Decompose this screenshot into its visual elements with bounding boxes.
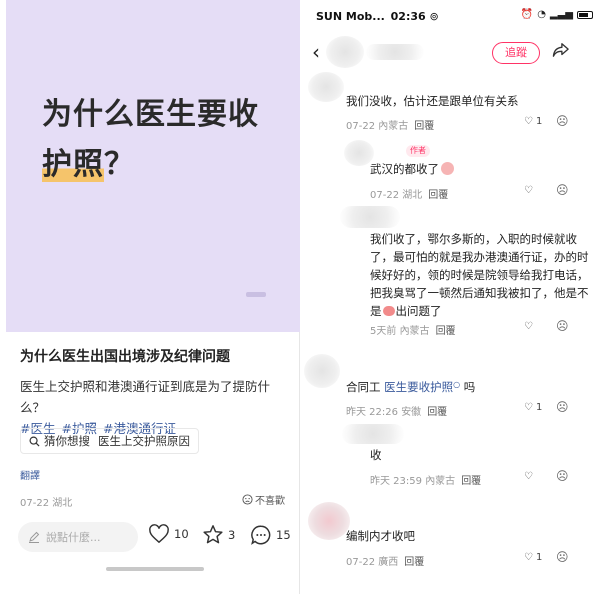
reply-button[interactable]: 回覆 bbox=[427, 407, 447, 418]
like-count: 10 bbox=[174, 527, 189, 541]
comment-input[interactable]: 說點什麼... bbox=[18, 522, 138, 552]
sad-face-icon bbox=[242, 494, 253, 505]
like-button[interactable]: 10 bbox=[148, 524, 189, 544]
translate-link[interactable]: 翻譯 bbox=[20, 467, 40, 482]
comment-meta: 07-22 湖北 回覆 bbox=[370, 190, 449, 201]
status-bar-left: SUN Mob... 02:36 ⊚ bbox=[316, 10, 439, 23]
comment-text: 合同工 医生要收护照○ 吗 bbox=[346, 380, 476, 394]
comment-text: 收 bbox=[370, 448, 382, 462]
comment-like[interactable]: ♡ bbox=[524, 471, 533, 482]
wifi-icon: ◔ bbox=[537, 9, 546, 20]
like-count: 1 bbox=[535, 552, 543, 563]
dislike-icon[interactable]: ☹ bbox=[556, 550, 569, 564]
dislike-button[interactable]: 不喜歡 bbox=[242, 492, 285, 507]
comment-meta: 昨天 23:59 內蒙古 回覆 bbox=[370, 476, 482, 487]
star-icon bbox=[203, 525, 223, 544]
guess-query: 医生上交护照原因 bbox=[98, 434, 190, 448]
star-button[interactable]: 3 bbox=[202, 524, 235, 545]
search-link[interactable]: 医生要收护照 bbox=[384, 380, 453, 394]
dislike-icon[interactable]: ☹ bbox=[556, 319, 569, 333]
comment-text: 编制内才收吧 bbox=[346, 529, 415, 543]
comment-placeholder: 說點什麼... bbox=[46, 531, 101, 544]
page-indicator bbox=[246, 292, 266, 297]
search-suggestion[interactable]: 猜你想搜 医生上交护照原因 bbox=[20, 428, 199, 454]
sync-icon: ⊚ bbox=[429, 10, 439, 23]
comment-text: 武汉的都收了 bbox=[370, 160, 454, 178]
status-time: 02:36 bbox=[390, 10, 426, 23]
post-panel: 为什么医生要收 护照？ 为什么医生出国出境涉及纪律问题 医生上交护照和港澳通行证… bbox=[6, 0, 300, 594]
avatar[interactable] bbox=[308, 72, 344, 102]
author-badge: 作者 bbox=[406, 145, 430, 157]
heart-icon: ♡ bbox=[524, 552, 533, 563]
battery-icon bbox=[577, 10, 593, 19]
carrier-name: SUN Mob... bbox=[316, 10, 385, 23]
author-line: 作者 bbox=[402, 142, 430, 160]
dislike-icon[interactable]: ☹ bbox=[556, 400, 569, 414]
guess-label: 猜你想搜 bbox=[44, 434, 90, 448]
like-count: 1 bbox=[535, 402, 543, 413]
comment-bubble-icon bbox=[251, 525, 271, 545]
comment-text: 我们收了，鄂尔多斯的，入职的时候就收 了，最可怕的就是我办港澳通行证，办的时 候… bbox=[370, 232, 589, 318]
post-date: 07-22 湖北 bbox=[20, 498, 73, 509]
heart-icon: ♡ bbox=[524, 402, 533, 413]
emoji-icon bbox=[441, 162, 454, 175]
comment-meta: 5天前 內蒙古 回覆 bbox=[370, 326, 456, 337]
follow-button[interactable]: 追蹤 bbox=[492, 42, 540, 64]
dislike-icon[interactable]: ☹ bbox=[556, 469, 569, 483]
status-bar-right: ⏰ ◔ ▂▃▅ bbox=[521, 9, 593, 20]
comment-count: 15 bbox=[276, 528, 291, 542]
cover-title: 为什么医生要收 护照？ bbox=[42, 90, 282, 190]
avatar[interactable] bbox=[326, 36, 364, 68]
dislike-label: 不喜歡 bbox=[255, 496, 285, 507]
pill-emoji-icon bbox=[382, 306, 395, 316]
username[interactable] bbox=[366, 44, 424, 60]
heart-icon: ♡ bbox=[524, 471, 533, 482]
reply-button[interactable]: 回覆 bbox=[404, 557, 424, 568]
post-text: 医生上交护照和港澳通行证到底是为了提防什么？ bbox=[20, 379, 271, 415]
cover-highlight: 护照 bbox=[42, 147, 104, 182]
comment-meta: 07-22 廣西 回覆 bbox=[346, 557, 425, 568]
reply-button[interactable]: 回覆 bbox=[428, 190, 448, 201]
cover-line1: 为什么医生要收 bbox=[42, 97, 259, 132]
comment-like[interactable]: ♡ 1 bbox=[524, 402, 542, 413]
comments-panel: SUN Mob... 02:36 ⊚ ⏰ ◔ ▂▃▅ ‹ 追蹤 我们没收，估计还… bbox=[302, 0, 607, 594]
comment-button[interactable]: 15 bbox=[250, 524, 291, 546]
cover-line2-rest: ？ bbox=[104, 147, 135, 182]
home-indicator bbox=[106, 567, 204, 571]
avatar[interactable] bbox=[340, 206, 400, 228]
post-title: 为什么医生出国出境涉及纪律问题 bbox=[20, 349, 230, 365]
comment-meta: 07-22 內蒙古 回覆 bbox=[346, 121, 435, 132]
reply-button[interactable]: 回覆 bbox=[414, 121, 434, 132]
comment-like[interactable]: ♡ bbox=[524, 321, 533, 332]
like-count: 1 bbox=[535, 116, 543, 127]
comment-meta: 昨天 22:26 安徽 回覆 bbox=[346, 407, 448, 418]
comment-like[interactable]: ♡ bbox=[524, 185, 533, 196]
avatar[interactable] bbox=[304, 354, 340, 388]
comment-like[interactable]: ♡ 1 bbox=[524, 552, 542, 563]
dislike-icon[interactable]: ☹ bbox=[556, 114, 569, 128]
avatar[interactable] bbox=[342, 424, 404, 444]
share-icon[interactable] bbox=[552, 42, 570, 62]
alarm-icon: ⏰ bbox=[520, 9, 534, 20]
comment-like[interactable]: ♡ 1 bbox=[524, 116, 542, 127]
heart-icon: ♡ bbox=[524, 185, 533, 196]
heart-icon: ♡ bbox=[524, 116, 533, 127]
dislike-icon[interactable]: ☹ bbox=[556, 183, 569, 197]
heart-icon bbox=[149, 524, 169, 544]
star-count: 3 bbox=[228, 527, 236, 542]
cover-image[interactable]: 为什么医生要收 护照？ bbox=[6, 0, 300, 332]
back-arrow-icon[interactable]: ‹ bbox=[312, 40, 320, 64]
heart-icon: ♡ bbox=[524, 321, 533, 332]
reply-button[interactable]: 回覆 bbox=[461, 476, 481, 487]
avatar[interactable] bbox=[308, 502, 350, 540]
signal-icon: ▂▃▅ bbox=[549, 9, 573, 20]
search-icon bbox=[29, 436, 40, 447]
pencil-icon bbox=[29, 531, 40, 543]
reply-button[interactable]: 回覆 bbox=[436, 326, 456, 337]
comment-text: 我们没收，估计还是跟单位有关系 bbox=[346, 94, 519, 108]
